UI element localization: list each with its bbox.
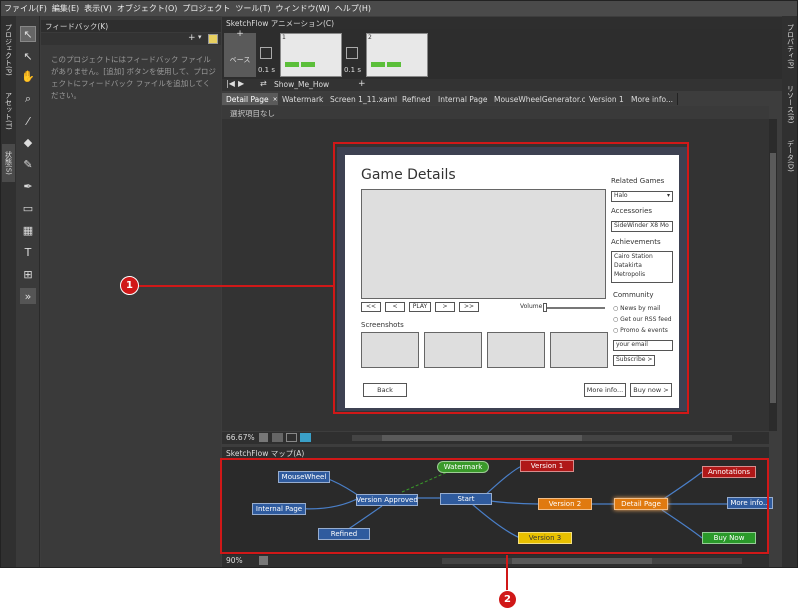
feedback-toolbar: + ▾	[41, 33, 221, 45]
horizontal-scrollbar[interactable]	[352, 435, 732, 441]
add-animation-icon[interactable]: +	[358, 79, 366, 89]
highlight-design-surface	[333, 142, 689, 414]
callout-2-badge: 2	[498, 590, 517, 609]
highlight-sketchflow-map	[220, 458, 769, 554]
animation-controls: |◀ ▶ ⇄ Show_Me_How +	[222, 79, 782, 91]
feedback-empty-text: このプロジェクトにはフィードバック ファイルがありません。[追加] ボタンを使用…	[51, 55, 216, 100]
vertical-scrollbar[interactable]	[769, 119, 777, 431]
fx-icon[interactable]	[272, 433, 283, 442]
add-feedback-icon[interactable]: +	[188, 33, 196, 43]
left-panel-strip: プロジェクト(P) アセット(T) 状態(S)	[1, 16, 16, 567]
map-status-bar: 90%	[222, 555, 769, 567]
direct-selection-icon[interactable]: ↖	[20, 48, 36, 64]
pan-icon[interactable]: ✋	[20, 68, 36, 84]
tab-properties[interactable]: プロパティ(P)	[784, 20, 797, 72]
grid-icon[interactable]: ▦	[20, 222, 36, 238]
animation-panel-header: SketchFlow アニメーション(C)	[222, 17, 782, 29]
right-panel-strip: プロパティ(P) リソース(R) データ(D)	[782, 16, 797, 567]
map-title: SketchFlow マップ(A)	[226, 448, 305, 458]
map-horizontal-scrollbar[interactable]	[442, 558, 742, 564]
snap-icon[interactable]	[300, 433, 311, 442]
tools-toolbar: ↖ ↖ ✋ ⌕ ⁄ ◆ ✎ ✒ ▭ ▦ T ⊞ »	[16, 16, 40, 567]
animation-name[interactable]: Show_Me_How	[274, 80, 329, 89]
feedback-panel-header: フィードバック(K)	[41, 20, 221, 32]
transition-icon[interactable]	[346, 47, 358, 59]
tab-detail-page[interactable]: Detail Page ×	[222, 93, 283, 105]
callout-2-line	[506, 555, 508, 591]
selection-label: 選択項目なし	[230, 109, 275, 118]
loop-icon[interactable]: ⇄	[260, 79, 267, 88]
tab-watermark[interactable]: Watermark	[278, 93, 329, 105]
tab-resources[interactable]: リソース(R)	[784, 78, 797, 130]
base-frame[interactable]: + ベース	[224, 29, 256, 77]
menu-file[interactable]: ファイル(F)	[4, 3, 47, 14]
menu-view[interactable]: 表示(V)	[84, 3, 112, 14]
frame-1-thumbnail[interactable]: 1	[280, 33, 342, 77]
breadcrumb-bar: 選択項目なし	[222, 106, 769, 119]
tab-mousewheel[interactable]: MouseWheelGenerator.cs	[490, 93, 595, 105]
menu-tools[interactable]: ツール(T)	[235, 3, 270, 14]
feedback-title: フィードバック(K)	[45, 21, 109, 31]
duration-2[interactable]: 0.1 s	[344, 66, 361, 74]
tab-states[interactable]: 状態(S)	[2, 144, 15, 182]
eyedropper-icon[interactable]: ⁄	[20, 113, 36, 129]
menu-bar: ファイル(F) 編集(E) 表示(V) オブジェクト(O) プロジェクト ツール…	[1, 1, 797, 16]
play-icon[interactable]: ▶	[238, 79, 244, 88]
paint-bucket-icon[interactable]: ◆	[20, 134, 36, 150]
animation-title: SketchFlow アニメーション(C)	[226, 18, 335, 28]
menu-project[interactable]: プロジェクト	[182, 3, 230, 14]
tab-project[interactable]: プロジェクト(P)	[2, 20, 15, 80]
grid-toggle-icon[interactable]	[286, 433, 297, 442]
menu-window[interactable]: ウィンドウ(W)	[276, 3, 330, 14]
zoom-level[interactable]: 66.67%	[226, 433, 255, 442]
transition-icon[interactable]	[260, 47, 272, 59]
dropdown-icon[interactable]: ▾	[198, 33, 202, 41]
menu-help[interactable]: ヘルプ(H)	[335, 3, 371, 14]
prev-icon[interactable]: |◀	[226, 79, 235, 88]
text-tool-icon[interactable]: T	[20, 244, 36, 260]
add-frame-icon[interactable]: +	[224, 29, 256, 39]
duration-1[interactable]: 0.1 s	[258, 66, 275, 74]
callout-1-line	[138, 285, 333, 287]
brush-icon[interactable]: ✎	[20, 156, 36, 172]
tab-data[interactable]: データ(D)	[784, 136, 797, 176]
menu-edit[interactable]: 編集(E)	[52, 3, 79, 14]
rectangle-icon[interactable]: ▭	[20, 200, 36, 216]
map-zoom-level[interactable]: 90%	[226, 556, 243, 565]
tab-more-info[interactable]: More info...	[627, 93, 679, 105]
tab-internal-page[interactable]: Internal Page	[434, 93, 493, 105]
expand-tools-icon[interactable]: »	[20, 288, 36, 304]
callout-1-badge: 1	[120, 276, 139, 295]
menu-object[interactable]: オブジェクト(O)	[117, 3, 178, 14]
asset-tool-icon[interactable]: ⊞	[20, 266, 36, 282]
lightbulb-icon[interactable]	[208, 34, 218, 44]
frame-2-thumbnail[interactable]: 2	[366, 33, 428, 77]
tab-refined[interactable]: Refined	[398, 93, 436, 105]
animation-strip: + ベース 0.1 s 1 0.1 s 2	[222, 29, 782, 79]
tab-screen1[interactable]: Screen 1_11.xaml	[326, 93, 403, 105]
tab-version1[interactable]: Version 1	[585, 93, 629, 105]
selection-tool-icon[interactable]: ↖	[20, 26, 36, 42]
tab-assets[interactable]: アセット(T)	[2, 86, 15, 136]
pen-icon[interactable]: ✒	[20, 178, 36, 194]
base-label: ベース	[229, 56, 251, 64]
canvas-status-bar: 66.67%	[222, 432, 769, 444]
zoom-icon[interactable]: ⌕	[20, 91, 36, 107]
map-zoom-dropdown-icon[interactable]	[259, 556, 268, 565]
zoom-dropdown-icon[interactable]	[259, 433, 268, 442]
